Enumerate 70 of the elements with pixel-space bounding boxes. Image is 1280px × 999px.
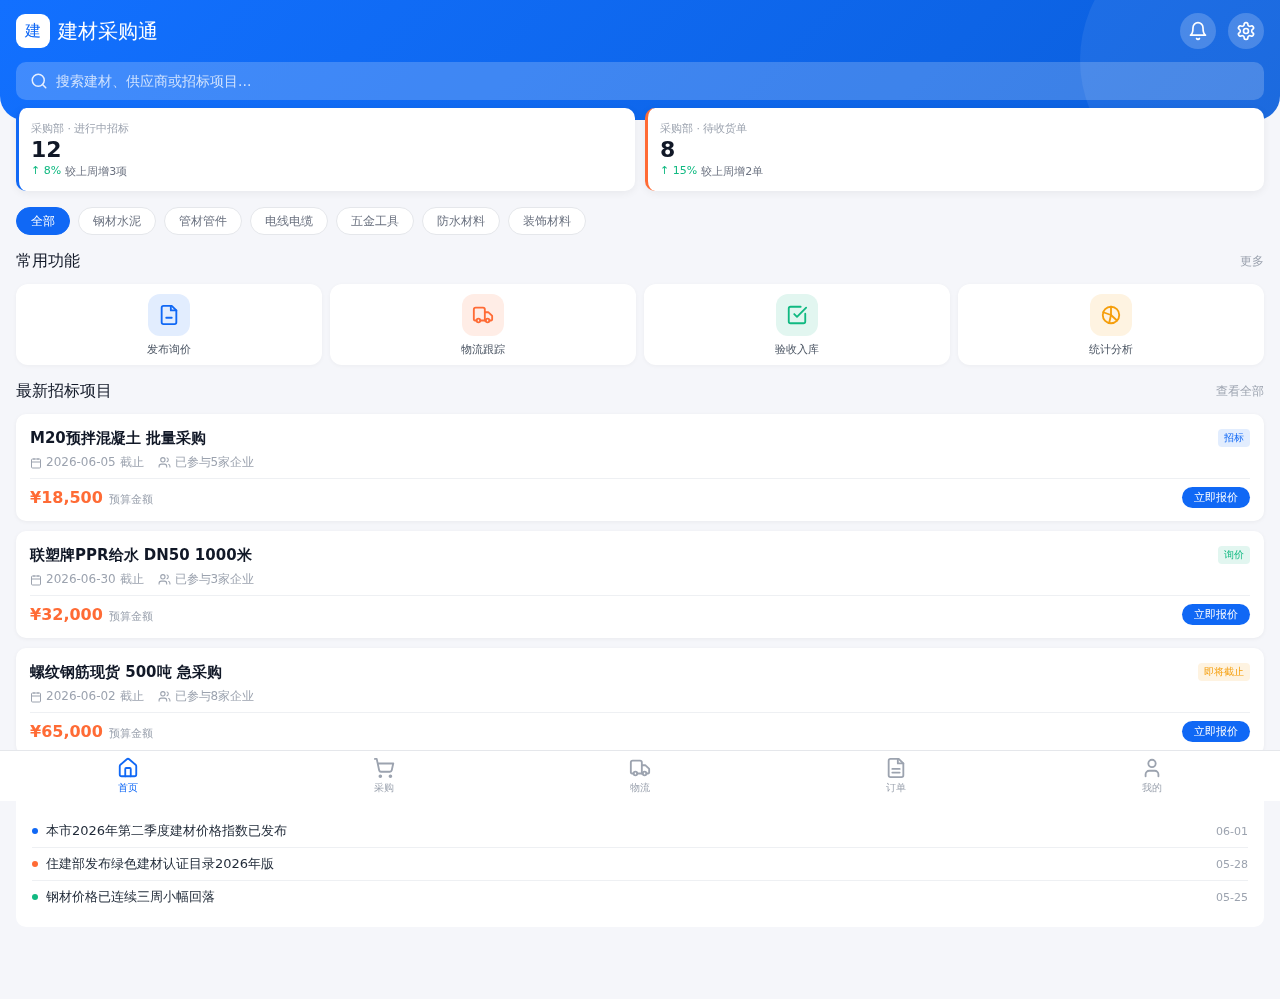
stat-change: ↑ 8% [31, 164, 62, 179]
price-label: 预算金额 [108, 609, 153, 624]
category-chip[interactable]: 钢材水泥 [78, 207, 156, 235]
price-amount: ¥18,500 [30, 488, 103, 507]
deadline-text: 2026-06-02 截止 [46, 688, 144, 705]
bidder-count: 已参与3家企业 [174, 571, 255, 588]
news-date: 06-01 [1216, 824, 1248, 838]
section-title: 常用功能 [16, 251, 80, 272]
status-tag: 招标 [1218, 429, 1250, 447]
category-chip[interactable]: 全部 [16, 207, 70, 235]
stat-value: 12 [31, 136, 63, 164]
quote-button[interactable]: 立即报价 [1182, 487, 1250, 508]
nav-tab[interactable]: 首页 [0, 751, 256, 801]
stat-label: 采购部 · 进行中招标 [31, 121, 131, 136]
bell-icon [1188, 21, 1208, 41]
cart-icon [373, 757, 395, 779]
news-headline[interactable]: 本市2026年第二季度建材价格指数已发布 [46, 822, 1209, 840]
news-headline[interactable]: 钢材价格已连续三周小幅回落 [46, 888, 1209, 906]
app-title: 建材采购通 [58, 17, 158, 45]
home-icon [117, 757, 139, 779]
search-icon [30, 72, 48, 90]
calendar-icon [30, 690, 42, 703]
nav-tab[interactable]: 物流 [512, 751, 768, 801]
stat-note: 较上周增2单 [701, 164, 764, 179]
price-label: 预算金额 [108, 492, 153, 507]
price-label: 预算金额 [108, 726, 153, 741]
stat-note: 较上周增3项 [65, 164, 128, 179]
deadline-text: 2026-06-05 截止 [46, 454, 144, 471]
quick-action-card[interactable]: 发布询价 [16, 284, 322, 365]
price-amount: ¥32,000 [30, 605, 103, 624]
category-chip[interactable]: 管材管件 [164, 207, 242, 235]
category-chip[interactable]: 装饰材料 [508, 207, 586, 235]
price-amount: ¥65,000 [30, 722, 103, 741]
news-date: 05-25 [1216, 890, 1248, 904]
document-icon [885, 757, 907, 779]
category-chip[interactable]: 五金工具 [336, 207, 414, 235]
users-icon [157, 690, 171, 703]
tender-title: M20预拌混凝土 批量采购 [30, 429, 207, 448]
notification-button[interactable] [1180, 13, 1216, 49]
tender-title: 螺纹钢筋现货 500吨 急采购 [30, 663, 222, 682]
nav-tab[interactable]: 订单 [768, 751, 1024, 801]
news-date: 05-28 [1216, 857, 1248, 871]
stat-label: 采购部 · 待收货单 [660, 121, 749, 136]
quote-button[interactable]: 立即报价 [1182, 604, 1250, 625]
settings-icon [1236, 21, 1256, 41]
truck-icon [629, 757, 651, 779]
calendar-icon [30, 456, 42, 469]
settings-button[interactable] [1228, 13, 1264, 49]
app-logo: 建 [16, 14, 50, 48]
category-chip[interactable]: 电线电缆 [250, 207, 328, 235]
deadline-text: 2026-06-30 截止 [46, 571, 144, 588]
category-chip[interactable]: 防水材料 [422, 207, 500, 235]
status-tag: 即将截止 [1198, 663, 1250, 681]
quick-action-card[interactable]: 物流跟踪 [330, 284, 636, 365]
users-icon [157, 573, 171, 586]
quote-button[interactable]: 立即报价 [1182, 721, 1250, 742]
users-icon [157, 456, 171, 469]
calendar-icon [30, 573, 42, 586]
stat-value: 8 [660, 136, 677, 164]
nav-tab[interactable]: 我的 [1024, 751, 1280, 801]
section-title: 最新招标项目 [16, 381, 112, 402]
quick-action-card[interactable]: 验收入库 [644, 284, 950, 365]
bidder-count: 已参与8家企业 [174, 688, 255, 705]
quick-action-card[interactable]: 统计分析 [958, 284, 1264, 365]
news-headline[interactable]: 住建部发布绿色建材认证目录2026年版 [46, 855, 1209, 873]
bidder-count: 已参与5家企业 [174, 454, 255, 471]
stat-change: ↑ 15% [660, 164, 698, 179]
status-tag: 询价 [1218, 546, 1250, 564]
tender-title: 联塑牌PPR给水 DN50 1000米 [30, 546, 252, 565]
nav-tab[interactable]: 采购 [256, 751, 512, 801]
